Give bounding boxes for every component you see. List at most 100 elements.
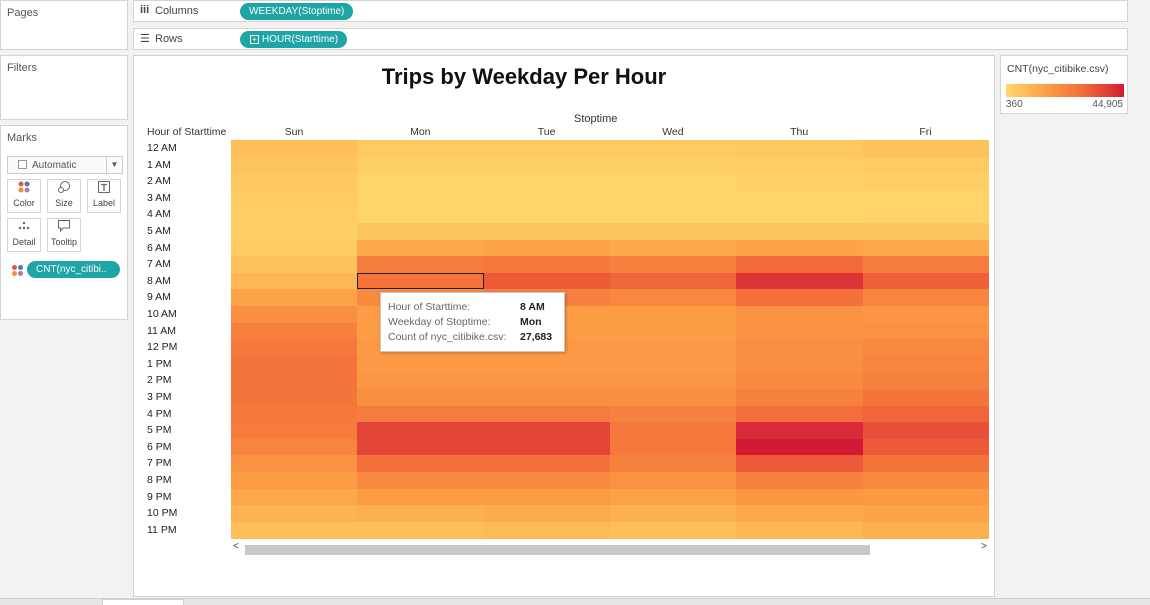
heatmap-cell[interactable] [483, 173, 611, 191]
heatmap-cell[interactable] [483, 189, 611, 207]
heatmap-cell[interactable] [736, 306, 863, 324]
heatmap-cell[interactable] [231, 405, 358, 423]
heatmap-cell[interactable] [609, 422, 737, 440]
row-header[interactable]: 6 PM [147, 439, 172, 456]
heatmap-cell[interactable] [736, 239, 863, 257]
heatmap-cell[interactable] [231, 173, 358, 191]
heatmap-cell[interactable] [231, 206, 358, 224]
sheet-tab[interactable] [102, 599, 184, 605]
heatmap-cell[interactable] [357, 488, 485, 506]
heatmap-cell[interactable] [483, 455, 611, 473]
heatmap-cell[interactable] [357, 256, 485, 274]
heatmap-cell[interactable] [357, 355, 485, 373]
heatmap-cell[interactable] [357, 223, 485, 241]
row-header[interactable]: 4 PM [147, 406, 172, 423]
expand-icon[interactable]: + [250, 35, 259, 44]
column-header-wed[interactable]: Wed [610, 126, 736, 138]
heatmap-cell[interactable] [609, 156, 737, 174]
heatmap-cell[interactable] [862, 505, 989, 523]
heatmap-cell[interactable] [862, 488, 989, 506]
row-header[interactable]: 8 PM [147, 472, 172, 489]
heatmap-cell[interactable] [357, 405, 485, 423]
heatmap-cell[interactable] [736, 206, 863, 224]
heatmap-cell[interactable] [483, 372, 611, 390]
heatmap-cell[interactable] [231, 289, 358, 307]
column-header-sun[interactable]: Sun [231, 126, 357, 138]
heatmap-cell[interactable] [231, 422, 358, 440]
heatmap-cell[interactable] [609, 405, 737, 423]
heatmap-cell[interactable] [231, 306, 358, 324]
heatmap-cell[interactable] [736, 455, 863, 473]
chevron-down-icon[interactable]: ▼ [106, 157, 122, 173]
heatmap-cell[interactable] [231, 339, 358, 357]
row-header[interactable]: 12 AM [147, 140, 177, 157]
heatmap-cell[interactable] [231, 322, 358, 340]
column-header-mon[interactable]: Mon [357, 126, 483, 138]
heatmap-cell[interactable] [483, 422, 611, 440]
heatmap-cell[interactable] [231, 355, 358, 373]
heatmap-cell[interactable] [609, 521, 737, 539]
heatmap-cell[interactable] [357, 140, 485, 158]
tooltip-button[interactable]: Tooltip [47, 218, 81, 252]
heatmap-cell[interactable] [357, 189, 485, 207]
row-header[interactable]: 11 PM [147, 522, 177, 539]
row-header[interactable]: 7 PM [147, 455, 172, 472]
row-header[interactable]: 10 AM [147, 306, 177, 323]
heatmap-cell[interactable] [609, 488, 737, 506]
heatmap-cell[interactable] [357, 521, 485, 539]
heatmap-cell[interactable] [231, 223, 358, 241]
heatmap-cell[interactable] [862, 272, 989, 290]
row-header[interactable]: 2 PM [147, 372, 172, 389]
heatmap-cell[interactable] [231, 272, 358, 290]
row-header[interactable]: 4 AM [147, 206, 171, 223]
heatmap-cell[interactable] [357, 173, 485, 191]
heatmap-cell[interactable] [736, 422, 863, 440]
heatmap-cell[interactable] [862, 306, 989, 324]
row-header[interactable]: 5 PM [147, 422, 172, 439]
heatmap-cell[interactable] [483, 223, 611, 241]
heatmap-cell[interactable] [862, 223, 989, 241]
heatmap-cell[interactable] [609, 372, 737, 390]
heatmap-cell[interactable] [483, 472, 611, 490]
heatmap-cell[interactable] [357, 389, 485, 407]
heatmap-cell[interactable] [231, 239, 358, 257]
heatmap-cell[interactable] [357, 206, 485, 224]
heatmap-cell[interactable] [231, 438, 358, 456]
heatmap-cell[interactable] [862, 173, 989, 191]
heatmap-cell[interactable] [862, 438, 989, 456]
heatmap-cell[interactable] [483, 505, 611, 523]
heatmap-cell[interactable] [231, 140, 358, 158]
heatmap-cell[interactable] [736, 256, 863, 274]
heatmap-cell[interactable] [862, 455, 989, 473]
row-header[interactable]: 11 AM [147, 323, 176, 340]
color-legend[interactable]: CNT(nyc_citibike.csv) 360 44,905 [1000, 55, 1128, 114]
heatmap-cell[interactable] [609, 289, 737, 307]
row-header[interactable]: 3 AM [147, 190, 171, 207]
heatmap-cell[interactable] [483, 405, 611, 423]
heatmap-cell[interactable] [231, 472, 358, 490]
heatmap-cell[interactable] [609, 140, 737, 158]
heatmap-cell[interactable] [357, 156, 485, 174]
heatmap-cell[interactable] [483, 239, 611, 257]
heatmap-cell[interactable] [609, 256, 737, 274]
heatmap-cell[interactable] [357, 472, 485, 490]
heatmap-cell[interactable] [736, 289, 863, 307]
heatmap-cell[interactable] [231, 521, 358, 539]
heatmap-cell[interactable] [483, 355, 611, 373]
heatmap-cell[interactable] [736, 156, 863, 174]
row-header[interactable]: 2 AM [147, 173, 171, 190]
row-header[interactable]: 8 AM [147, 273, 171, 290]
row-header[interactable]: 12 PM [147, 339, 177, 356]
heatmap-cell[interactable] [231, 488, 358, 506]
heatmap-cell[interactable] [231, 389, 358, 407]
heatmap-cell[interactable] [736, 322, 863, 340]
heatmap-cell[interactable] [231, 189, 358, 207]
row-header[interactable]: 3 PM [147, 389, 172, 406]
heatmap-cell[interactable] [609, 389, 737, 407]
scroll-right-icon[interactable]: > [981, 541, 987, 552]
row-header[interactable]: 6 AM [147, 240, 171, 257]
row-header[interactable]: 10 PM [147, 505, 177, 522]
heatmap-cell[interactable] [483, 156, 611, 174]
column-header-tue[interactable]: Tue [484, 126, 610, 138]
heatmap-cell[interactable] [609, 272, 737, 290]
